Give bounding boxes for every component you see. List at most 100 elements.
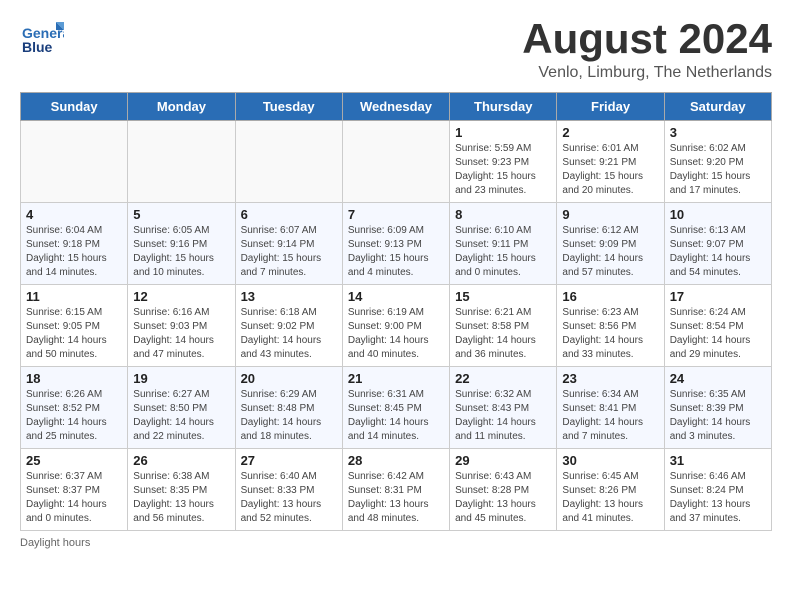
weekday-header-monday: Monday bbox=[128, 93, 235, 121]
day-number: 26 bbox=[133, 453, 229, 468]
day-info: Sunrise: 6:18 AM Sunset: 9:02 PM Dayligh… bbox=[241, 306, 337, 362]
calendar-cell: 3 Sunrise: 6:02 AM Sunset: 9:20 PM Daylig… bbox=[664, 121, 771, 203]
calendar-cell: 4Sunrise: 6:04 AM Sunset: 9:18 PM Daylig… bbox=[21, 203, 128, 285]
calendar-cell: 11 Sunrise: 6:15 AM Sunset: 9:05 PM Dayli… bbox=[21, 285, 128, 367]
day-info: Sunrise: 5:59 AM Sunset: 9:23 PM Dayligh… bbox=[455, 142, 551, 198]
calendar-cell bbox=[235, 121, 342, 203]
location: Venlo, Limburg, The Netherlands bbox=[522, 64, 772, 82]
day-number: 27 bbox=[241, 453, 337, 468]
day-number: 11 bbox=[26, 289, 122, 304]
day-info: Sunrise: 6:45 AM Sunset: 8:26 PM Dayligh… bbox=[562, 470, 658, 526]
calendar-cell: 20 Sunrise: 6:29 AM Sunset: 8:48 PM Dayli… bbox=[235, 367, 342, 449]
day-info: Sunrise: 6:40 AM Sunset: 8:33 PM Dayligh… bbox=[241, 470, 337, 526]
weekday-header-tuesday: Tuesday bbox=[235, 93, 342, 121]
calendar-cell: 28Sunrise: 6:42 AM Sunset: 8:31 PM Dayli… bbox=[342, 449, 449, 531]
month-title: August 2024 bbox=[522, 16, 772, 62]
calendar-cell: 13 Sunrise: 6:18 AM Sunset: 9:02 PM Dayli… bbox=[235, 285, 342, 367]
day-info: Sunrise: 6:38 AM Sunset: 8:35 PM Dayligh… bbox=[133, 470, 229, 526]
calendar-cell: 25 Sunrise: 6:37 AM Sunset: 8:37 PM Dayli… bbox=[21, 449, 128, 531]
day-info: Sunrise: 6:43 AM Sunset: 8:28 PM Dayligh… bbox=[455, 470, 551, 526]
header: General Blue August 2024 Venlo, Limburg,… bbox=[20, 16, 772, 82]
weekday-header-thursday: Thursday bbox=[450, 93, 557, 121]
calendar-cell: 19 Sunrise: 6:27 AM Sunset: 8:50 PM Dayli… bbox=[128, 367, 235, 449]
day-number: 31 bbox=[670, 453, 766, 468]
calendar-cell: 6Sunrise: 6:07 AM Sunset: 9:14 PM Daylig… bbox=[235, 203, 342, 285]
day-info: Sunrise: 6:34 AM Sunset: 8:41 PM Dayligh… bbox=[562, 388, 658, 444]
calendar-week-0: 1 Sunrise: 5:59 AM Sunset: 9:23 PM Daylig… bbox=[21, 121, 772, 203]
day-number: 6 bbox=[241, 207, 337, 222]
day-info: Sunrise: 6:21 AM Sunset: 8:58 PM Dayligh… bbox=[455, 306, 551, 362]
day-number: 18 bbox=[26, 371, 122, 386]
day-number: 20 bbox=[241, 371, 337, 386]
calendar-cell: 24 Sunrise: 6:35 AM Sunset: 8:39 PM Dayli… bbox=[664, 367, 771, 449]
weekday-header-sunday: Sunday bbox=[21, 93, 128, 121]
calendar-cell: 16 Sunrise: 6:23 AM Sunset: 8:56 PM Dayli… bbox=[557, 285, 664, 367]
day-number: 24 bbox=[670, 371, 766, 386]
day-info: Sunrise: 6:29 AM Sunset: 8:48 PM Dayligh… bbox=[241, 388, 337, 444]
calendar-cell: 9 Sunrise: 6:12 AM Sunset: 9:09 PM Daylig… bbox=[557, 203, 664, 285]
calendar-cell: 12Sunrise: 6:16 AM Sunset: 9:03 PM Dayli… bbox=[128, 285, 235, 367]
calendar-cell bbox=[21, 121, 128, 203]
day-info: Sunrise: 6:09 AM Sunset: 9:13 PM Dayligh… bbox=[348, 224, 444, 280]
logo: General Blue bbox=[20, 16, 64, 60]
calendar-week-3: 18 Sunrise: 6:26 AM Sunset: 8:52 PM Dayli… bbox=[21, 367, 772, 449]
day-info: Sunrise: 6:46 AM Sunset: 8:24 PM Dayligh… bbox=[670, 470, 766, 526]
day-info: Sunrise: 6:27 AM Sunset: 8:50 PM Dayligh… bbox=[133, 388, 229, 444]
day-number: 17 bbox=[670, 289, 766, 304]
day-number: 15 bbox=[455, 289, 551, 304]
day-number: 10 bbox=[670, 207, 766, 222]
day-info: Sunrise: 6:10 AM Sunset: 9:11 PM Dayligh… bbox=[455, 224, 551, 280]
day-number: 8 bbox=[455, 207, 551, 222]
calendar-cell: 7 Sunrise: 6:09 AM Sunset: 9:13 PM Daylig… bbox=[342, 203, 449, 285]
svg-text:Blue: Blue bbox=[22, 39, 53, 55]
day-number: 25 bbox=[26, 453, 122, 468]
day-number: 21 bbox=[348, 371, 444, 386]
day-info: Sunrise: 6:05 AM Sunset: 9:16 PM Dayligh… bbox=[133, 224, 229, 280]
day-number: 13 bbox=[241, 289, 337, 304]
day-info: Sunrise: 6:37 AM Sunset: 8:37 PM Dayligh… bbox=[26, 470, 122, 526]
day-number: 19 bbox=[133, 371, 229, 386]
calendar-cell: 22Sunrise: 6:32 AM Sunset: 8:43 PM Dayli… bbox=[450, 367, 557, 449]
calendar-cell: 8 Sunrise: 6:10 AM Sunset: 9:11 PM Daylig… bbox=[450, 203, 557, 285]
calendar-cell: 27 Sunrise: 6:40 AM Sunset: 8:33 PM Dayli… bbox=[235, 449, 342, 531]
calendar-week-4: 25 Sunrise: 6:37 AM Sunset: 8:37 PM Dayli… bbox=[21, 449, 772, 531]
calendar-cell: 26 Sunrise: 6:38 AM Sunset: 8:35 PM Dayli… bbox=[128, 449, 235, 531]
day-info: Sunrise: 6:16 AM Sunset: 9:03 PM Dayligh… bbox=[133, 306, 229, 362]
day-number: 4 bbox=[26, 207, 122, 222]
day-info: Sunrise: 6:32 AM Sunset: 8:43 PM Dayligh… bbox=[455, 388, 551, 444]
weekday-header-row: SundayMondayTuesdayWednesdayThursdayFrid… bbox=[21, 93, 772, 121]
day-info: Sunrise: 6:13 AM Sunset: 9:07 PM Dayligh… bbox=[670, 224, 766, 280]
day-number: 1 bbox=[455, 125, 551, 140]
title-block: August 2024 Venlo, Limburg, The Netherla… bbox=[522, 16, 772, 82]
day-number: 2 bbox=[562, 125, 658, 140]
day-number: 28 bbox=[348, 453, 444, 468]
calendar-cell: 21 Sunrise: 6:31 AM Sunset: 8:45 PM Dayli… bbox=[342, 367, 449, 449]
calendar-cell: 1 Sunrise: 5:59 AM Sunset: 9:23 PM Daylig… bbox=[450, 121, 557, 203]
weekday-header-wednesday: Wednesday bbox=[342, 93, 449, 121]
day-number: 29 bbox=[455, 453, 551, 468]
day-number: 16 bbox=[562, 289, 658, 304]
calendar-week-2: 11 Sunrise: 6:15 AM Sunset: 9:05 PM Dayli… bbox=[21, 285, 772, 367]
day-info: Sunrise: 6:12 AM Sunset: 9:09 PM Dayligh… bbox=[562, 224, 658, 280]
calendar-body: 1 Sunrise: 5:59 AM Sunset: 9:23 PM Daylig… bbox=[21, 121, 772, 531]
calendar-cell: 15 Sunrise: 6:21 AM Sunset: 8:58 PM Dayli… bbox=[450, 285, 557, 367]
day-number: 3 bbox=[670, 125, 766, 140]
day-info: Sunrise: 6:31 AM Sunset: 8:45 PM Dayligh… bbox=[348, 388, 444, 444]
calendar-cell bbox=[128, 121, 235, 203]
day-number: 9 bbox=[562, 207, 658, 222]
day-info: Sunrise: 6:24 AM Sunset: 8:54 PM Dayligh… bbox=[670, 306, 766, 362]
day-info: Sunrise: 6:35 AM Sunset: 8:39 PM Dayligh… bbox=[670, 388, 766, 444]
calendar-cell: 23 Sunrise: 6:34 AM Sunset: 8:41 PM Dayli… bbox=[557, 367, 664, 449]
calendar-header: SundayMondayTuesdayWednesdayThursdayFrid… bbox=[21, 93, 772, 121]
day-number: 23 bbox=[562, 371, 658, 386]
day-info: Sunrise: 6:23 AM Sunset: 8:56 PM Dayligh… bbox=[562, 306, 658, 362]
day-number: 7 bbox=[348, 207, 444, 222]
calendar-cell: 30Sunrise: 6:45 AM Sunset: 8:26 PM Dayli… bbox=[557, 449, 664, 531]
weekday-header-saturday: Saturday bbox=[664, 93, 771, 121]
day-info: Sunrise: 6:26 AM Sunset: 8:52 PM Dayligh… bbox=[26, 388, 122, 444]
calendar-table: SundayMondayTuesdayWednesdayThursdayFrid… bbox=[20, 92, 772, 531]
calendar-cell: 2Sunrise: 6:01 AM Sunset: 9:21 PM Daylig… bbox=[557, 121, 664, 203]
calendar-cell bbox=[342, 121, 449, 203]
day-info: Sunrise: 6:15 AM Sunset: 9:05 PM Dayligh… bbox=[26, 306, 122, 362]
day-info: Sunrise: 6:02 AM Sunset: 9:20 PM Dayligh… bbox=[670, 142, 766, 198]
